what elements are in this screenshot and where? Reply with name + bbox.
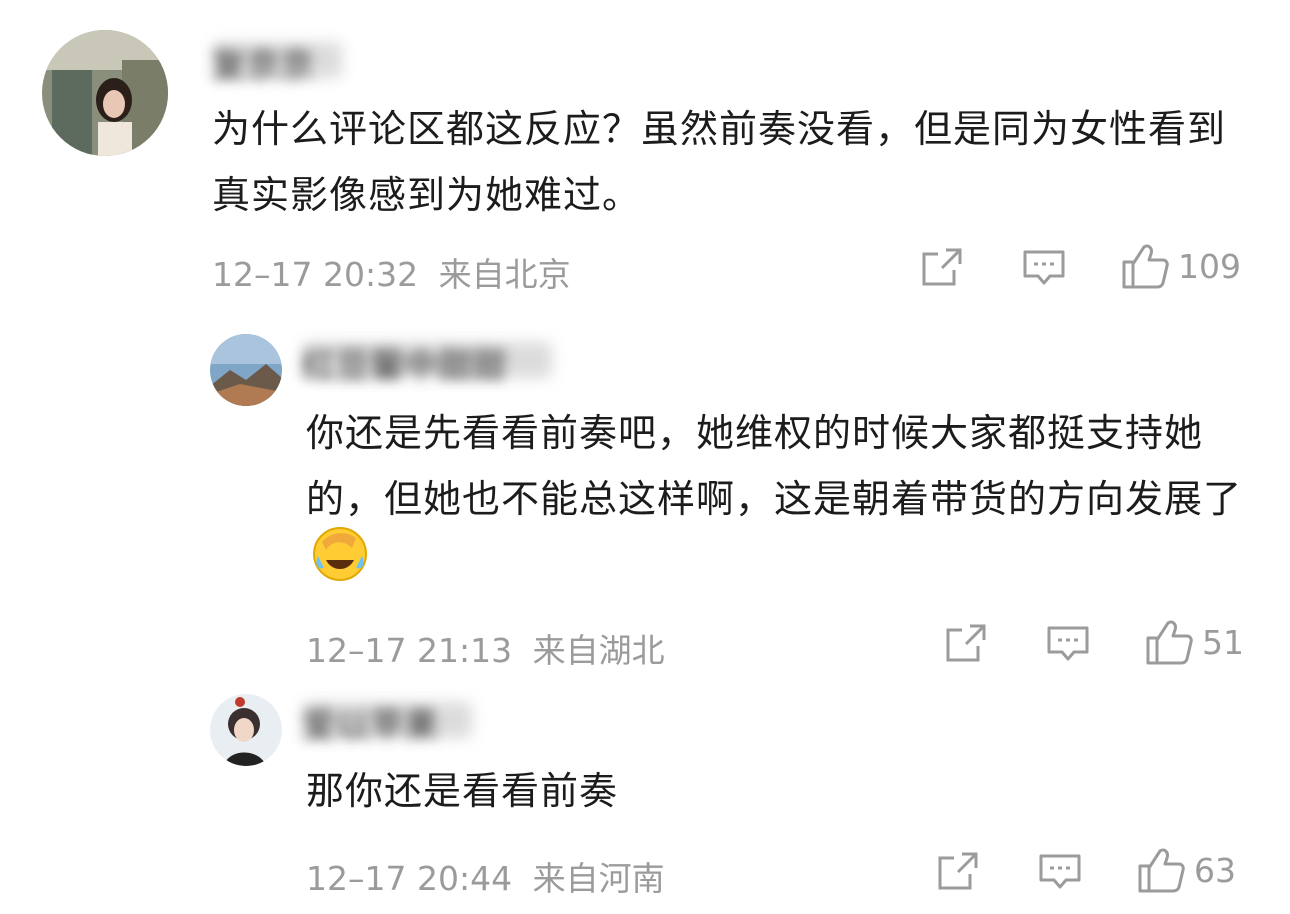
- comment-time: 12–17 20:44: [306, 859, 513, 898]
- like-button[interactable]: 51: [1144, 618, 1244, 666]
- like-count: 51: [1202, 622, 1244, 662]
- comment-meta: 12–17 20:32 来自北京: [212, 248, 571, 296]
- comment-text-content: 你还是先看看前奏吧，她维权的时候大家都挺支持她的，但她也不能总这样啊，这是朝着带…: [306, 411, 1243, 521]
- comment-location: 来自河南: [532, 859, 665, 898]
- like-count: 63: [1194, 850, 1236, 890]
- comment-item: 复京京 为什么评论区都这反应？虽然前奏没看，但是同为女性看到真实影像感到为她难过…: [0, 0, 1290, 300]
- reply-item: 爱以苹果 那你还是看看前奏 12–17 20:44 来自河南 63: [0, 680, 1290, 914]
- reply-button[interactable]: [1038, 852, 1082, 892]
- share-button[interactable]: [944, 622, 988, 664]
- author-name[interactable]: 红豆馨中甜甜: [302, 338, 506, 387]
- comment-text: 你还是先看看前奏吧，她维权的时候大家都挺支持她的，但她也不能总这样啊，这是朝着带…: [306, 400, 1256, 602]
- avatar[interactable]: [42, 30, 168, 156]
- thumbs-up-icon: [1122, 244, 1169, 289]
- comment-icon: [1039, 854, 1081, 889]
- share-button[interactable]: [920, 246, 964, 288]
- comment-text: 为什么评论区都这反应？虽然前奏没看，但是同为女性看到真实影像感到为她难过。: [212, 107, 1227, 217]
- like-count: 109: [1178, 246, 1241, 286]
- comment-icon: [1023, 250, 1065, 285]
- thumbs-up-icon: [1146, 620, 1193, 665]
- share-icon: [946, 624, 986, 662]
- avatar[interactable]: [210, 334, 282, 406]
- comment-icon: [1047, 626, 1089, 661]
- reply-button[interactable]: [1046, 624, 1090, 664]
- comment-meta: 12–17 21:13 来自湖北: [306, 624, 665, 672]
- share-icon: [922, 248, 962, 286]
- share-button[interactable]: [936, 850, 980, 892]
- share-icon: [938, 852, 978, 890]
- comment-location: 来自湖北: [532, 631, 665, 670]
- author-name[interactable]: 爱以苹果: [302, 698, 438, 747]
- facepalm-laugh-emoji: [312, 526, 368, 602]
- avatar[interactable]: [210, 694, 282, 766]
- thumbs-up-icon: [1138, 848, 1185, 893]
- comment-location: 来自北京: [438, 255, 571, 294]
- like-button[interactable]: 109: [1120, 242, 1241, 290]
- comment-time: 12–17 21:13: [306, 631, 513, 670]
- like-button[interactable]: 63: [1136, 846, 1236, 894]
- comment-text: 那你还是看看前奏: [306, 769, 619, 813]
- reply-item: 红豆馨中甜甜 你还是先看看前奏吧，她维权的时候大家都挺支持她的，但她也不能总这样…: [0, 320, 1290, 680]
- comment-time: 12–17 20:32: [212, 255, 419, 294]
- reply-button[interactable]: [1022, 248, 1066, 288]
- comment-meta: 12–17 20:44 来自河南: [306, 852, 665, 900]
- author-name[interactable]: 复京京: [212, 38, 314, 87]
